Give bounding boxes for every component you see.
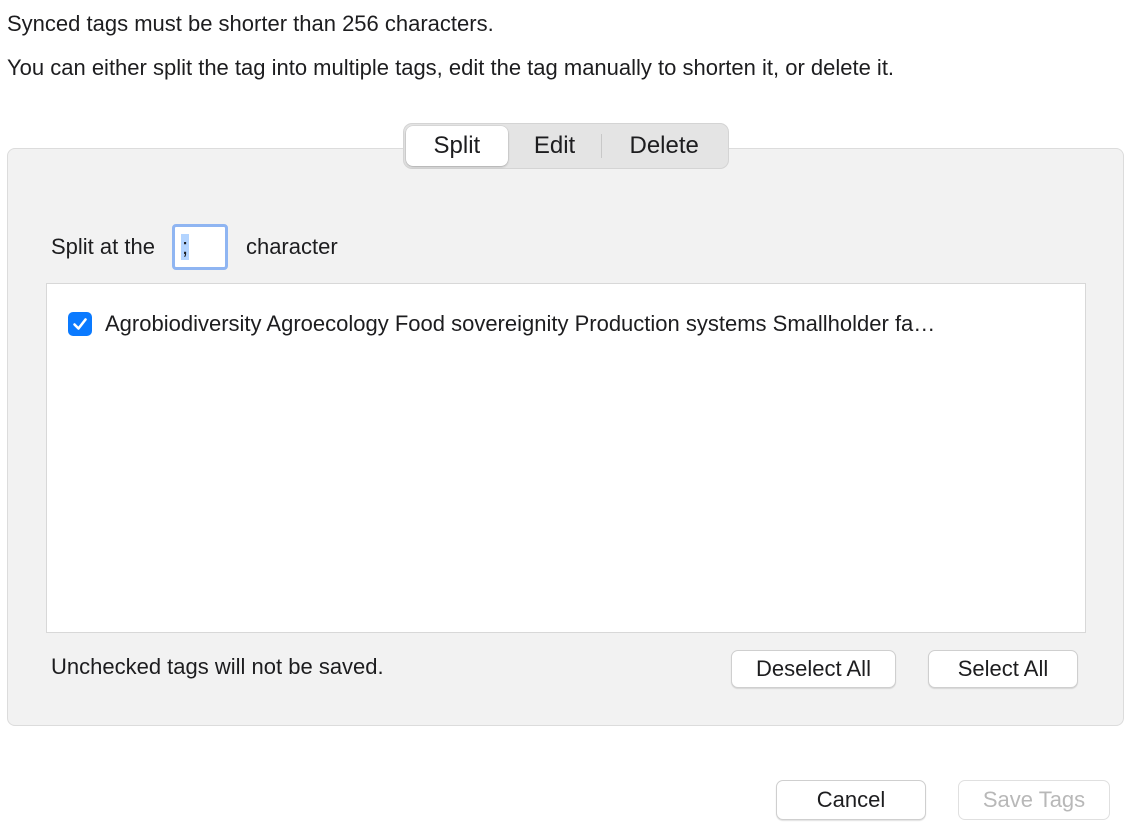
tag-list: Agrobiodiversity Agroecology Food sovere… [46, 283, 1086, 633]
cancel-button[interactable]: Cancel [776, 780, 926, 820]
split-delimiter-row: Split at the ; character [51, 222, 338, 272]
split-prefix-label: Split at the [51, 234, 155, 259]
save-tags-button[interactable]: Save Tags [958, 780, 1110, 820]
select-all-button[interactable]: Select All [928, 650, 1078, 688]
deselect-all-button[interactable]: Deselect All [731, 650, 896, 688]
message-line-1: Synced tags must be shorter than 256 cha… [7, 11, 494, 36]
delimiter-input[interactable]: ; [171, 224, 228, 270]
split-suffix-label: character [245, 234, 338, 259]
tag-length-dialog: Synced tags must be shorter than 256 cha… [0, 0, 1146, 838]
checkmark-icon [73, 318, 87, 330]
mode-segmented-control: Split Edit Delete [403, 123, 729, 169]
unchecked-hint: Unchecked tags will not be saved. [51, 654, 384, 679]
tag-label: Agrobiodiversity Agroecology Food sovere… [105, 311, 936, 336]
tab-delete[interactable]: Delete [602, 126, 726, 166]
tag-checkbox[interactable] [68, 312, 92, 336]
list-item: Agrobiodiversity Agroecology Food sovere… [68, 310, 935, 338]
delimiter-value: ; [180, 234, 190, 260]
message-line-2: You can either split the tag into multip… [7, 55, 895, 80]
tab-split[interactable]: Split [406, 126, 508, 166]
tab-edit[interactable]: Edit [508, 126, 602, 166]
